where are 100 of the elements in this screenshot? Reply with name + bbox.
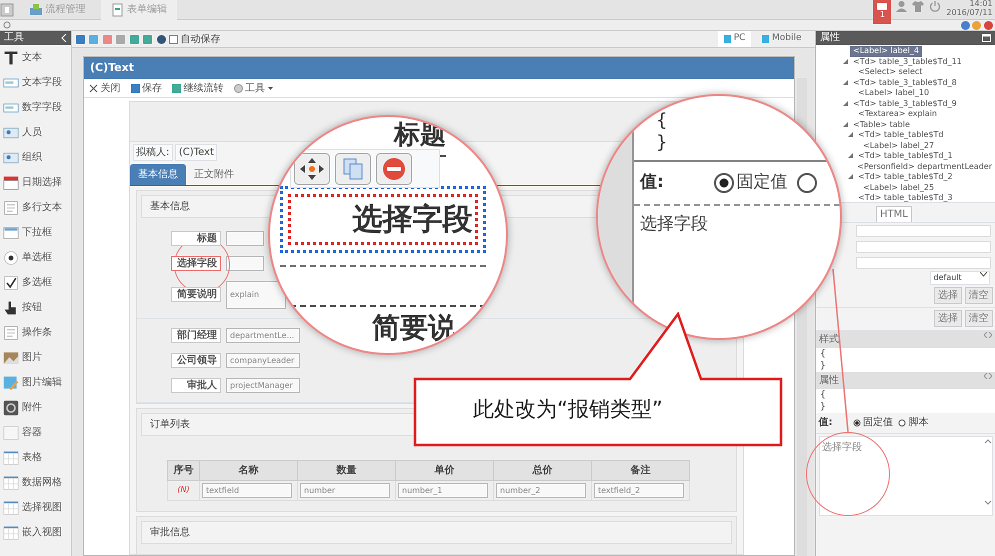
input-field[interactable]: [226, 256, 264, 270]
expand-icon[interactable]: [984, 372, 992, 378]
panel-button[interactable]: 选择: [934, 287, 962, 304]
tree-node[interactable]: <Td> table_3_table$Td_11: [850, 56, 965, 67]
tree-node[interactable]: <Personfield> departmentLeader: [854, 162, 995, 172]
expand-icon[interactable]: [984, 332, 992, 338]
sidebar-toggle-icon[interactable]: [0, 2, 14, 16]
caret-icon: [268, 86, 272, 90]
field-label: 部门经理: [171, 328, 221, 342]
property-field[interactable]: [856, 256, 991, 268]
tool-item[interactable]: 嵌入视图: [0, 520, 71, 545]
tool-item[interactable]: 单选框: [0, 245, 71, 270]
expander-icon[interactable]: [842, 58, 850, 65]
radio-icon: [898, 418, 906, 426]
tool-item[interactable]: 图片编辑: [0, 370, 71, 395]
expander-icon[interactable]: [847, 132, 855, 138]
tool-item[interactable]: 文本: [0, 45, 71, 70]
tool-item[interactable]: 文本字段: [0, 70, 71, 95]
property-field[interactable]: [856, 224, 991, 236]
form-action-button[interactable]: 工具: [228, 79, 278, 97]
expander-icon[interactable]: [842, 80, 850, 86]
radio-selected-icon: [852, 418, 860, 426]
drafter-label: 拟稿人:: [132, 144, 173, 161]
tree-node[interactable]: <Select> select: [855, 67, 926, 78]
input-field[interactable]: textfield_2: [594, 482, 684, 498]
collapse-icon[interactable]: [61, 34, 67, 42]
column-header: 名称: [200, 460, 298, 480]
form-action-button[interactable]: 关闭: [84, 79, 126, 97]
view-mode-tab[interactable]: Mobile: [756, 31, 808, 47]
form-action-button[interactable]: 保存: [126, 79, 167, 97]
tool-item[interactable]: 按钮: [0, 295, 71, 320]
text-area-value: 选择字段: [821, 440, 863, 454]
delete-icon[interactable]: [376, 152, 412, 184]
document-icon: [3, 200, 19, 216]
column-header: 备注: [592, 460, 690, 480]
tree-node[interactable]: <Label> label_25: [860, 182, 938, 193]
power-icon[interactable]: [929, 0, 942, 12]
user-icon[interactable]: [896, 0, 908, 12]
tool-item[interactable]: 容器: [0, 420, 71, 445]
tool-item[interactable]: 多行文本: [0, 195, 71, 220]
expander-icon[interactable]: [842, 100, 850, 107]
tool-item[interactable]: 数据网格: [0, 470, 71, 495]
input-field[interactable]: number_2: [496, 482, 586, 498]
tool-item[interactable]: 选择视图: [0, 495, 71, 520]
copy-icon[interactable]: [334, 152, 370, 184]
property-field[interactable]: [856, 240, 991, 252]
tree-node[interactable]: <Td> table_3_table$Td_9: [850, 98, 960, 109]
notification-button[interactable]: 1: [873, 0, 892, 24]
table-icon: [3, 474, 19, 490]
view-mode-tab[interactable]: PC: [718, 31, 752, 47]
radio-option[interactable]: 脚本: [898, 415, 928, 430]
expander-icon[interactable]: [842, 122, 850, 128]
tree-node[interactable]: <Label> label_10: [855, 88, 932, 98]
input-field[interactable]: explain: [226, 280, 286, 308]
tree-node[interactable]: <Td> table_table$Td_2: [855, 172, 956, 182]
tree-node[interactable]: <Textarea> explain: [855, 109, 940, 120]
autosave-checkbox[interactable]: 自动保存: [169, 32, 220, 46]
tool-item[interactable]: 多选框: [0, 270, 71, 295]
window-icon[interactable]: [982, 34, 991, 42]
text-area[interactable]: 选择字段: [818, 436, 992, 516]
panel-tab[interactable]: HTML: [876, 206, 912, 222]
panel-button[interactable]: 清空: [964, 310, 992, 327]
drafter-value: (C)Text: [175, 144, 218, 161]
form-tab[interactable]: 基本信息: [130, 164, 186, 184]
input-field[interactable]: number_1: [398, 482, 488, 498]
radio-option[interactable]: [797, 172, 818, 193]
input-field[interactable]: projectManager: [226, 378, 300, 392]
input-field[interactable]: number: [300, 482, 390, 498]
expander-icon[interactable]: [847, 153, 855, 160]
panel-button[interactable]: 选择: [934, 310, 962, 327]
form-tab[interactable]: 正文附件: [186, 164, 242, 184]
tool-item[interactable]: 数字字段: [0, 95, 71, 120]
radio-option[interactable]: 固定值: [852, 415, 893, 430]
input-field[interactable]: departmentLe...: [226, 328, 300, 342]
tool-item[interactable]: 附件: [0, 395, 71, 420]
input-field[interactable]: companyLeader: [226, 352, 300, 368]
tool-item[interactable]: 日期选择: [0, 170, 71, 195]
tree-node[interactable]: <Td> table_table$Td_1: [855, 151, 956, 162]
tree-node[interactable]: <Td> table_3_table$Td_8: [850, 78, 960, 88]
shirt-icon[interactable]: [912, 0, 924, 12]
tree-node[interactable]: <Td> table_table$Td: [855, 130, 946, 140]
form-action-button[interactable]: 继续流转: [167, 79, 228, 97]
panel-button[interactable]: 清空: [964, 287, 992, 304]
select-field[interactable]: default: [930, 270, 990, 284]
input-field[interactable]: textfield: [202, 482, 292, 498]
tool-item[interactable]: 下拉框: [0, 220, 71, 245]
tool-item[interactable]: 组织: [0, 145, 71, 170]
tree-node[interactable]: <Label> label_4: [850, 46, 922, 56]
tree-node[interactable]: <Label> label_27: [860, 140, 938, 151]
tool-item[interactable]: 操作条: [0, 320, 71, 345]
input-field[interactable]: [226, 230, 264, 246]
expander-icon[interactable]: [847, 174, 855, 180]
tool-item[interactable]: 表格: [0, 445, 71, 470]
tool-item[interactable]: 图片: [0, 345, 71, 370]
tool-item[interactable]: 人员: [0, 120, 71, 145]
tree-node[interactable]: <Td> table_table$Td_3: [855, 193, 956, 202]
radio-option[interactable]: 固定值: [714, 170, 788, 196]
column-header: 总价: [494, 460, 592, 480]
move-icon[interactable]: [294, 152, 330, 184]
tree-node[interactable]: <Table> table: [850, 120, 913, 130]
